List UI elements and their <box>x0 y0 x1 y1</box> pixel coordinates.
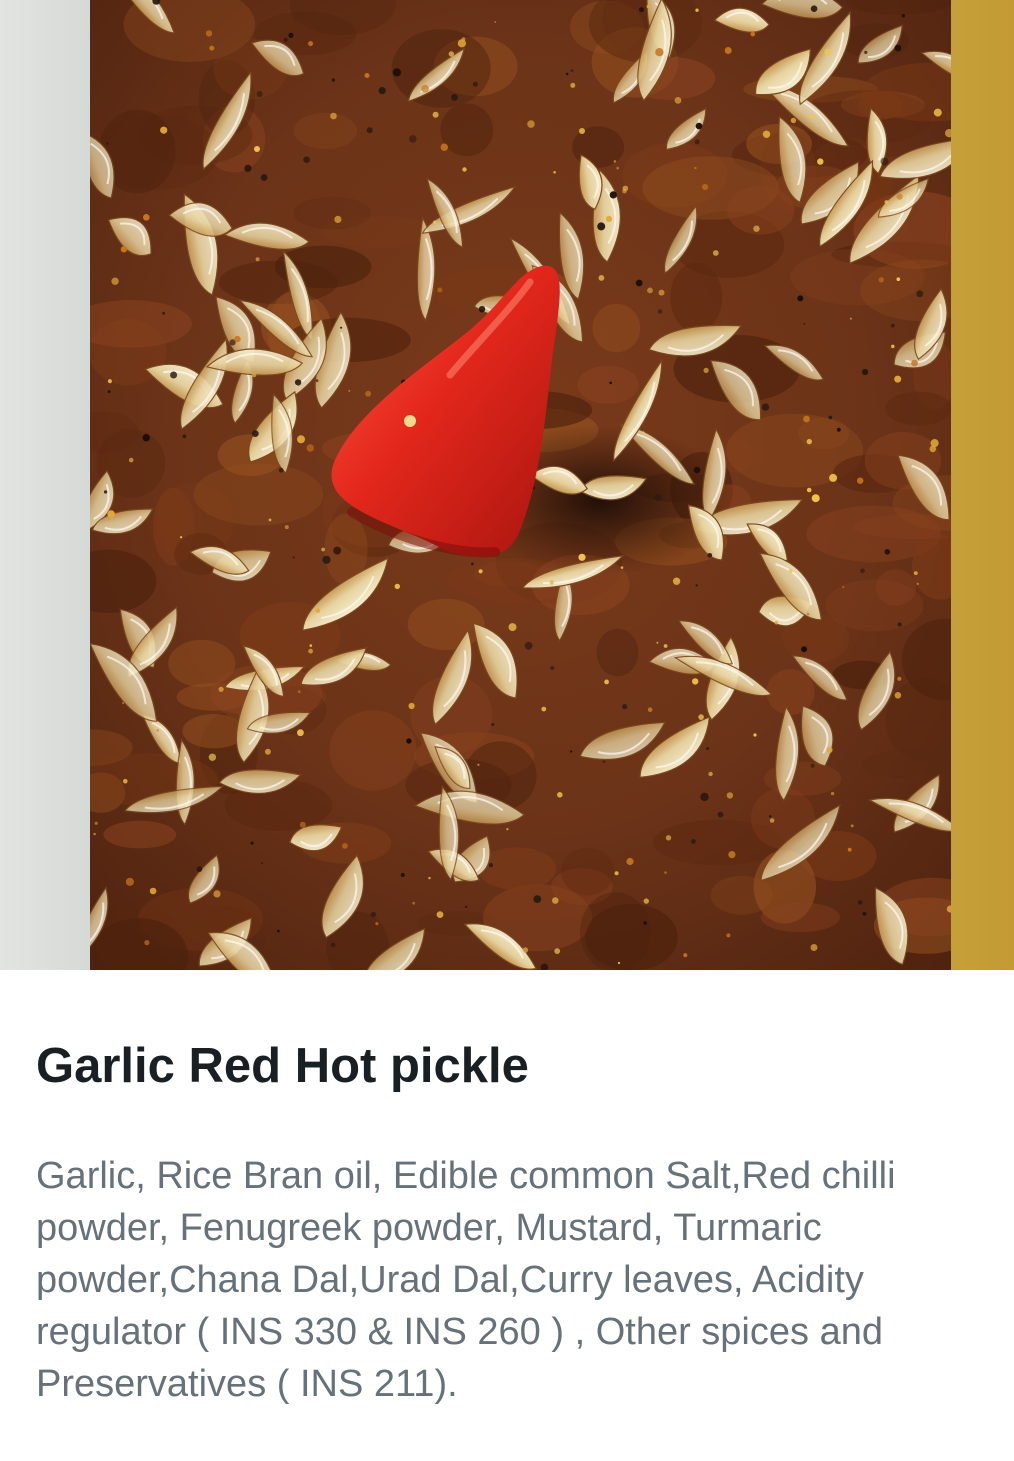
product-detail-page: Garlic Red Hot pickle Garlic, Rice Bran … <box>0 0 1014 1461</box>
product-title: Garlic Red Hot pickle <box>36 1039 529 1093</box>
pickle-photo <box>90 0 951 970</box>
product-image[interactable] <box>0 0 1014 970</box>
image-right-background <box>951 0 1014 970</box>
ingredients-text: Garlic, Rice Bran oil, Edible common Sal… <box>36 1155 896 1405</box>
image-left-background <box>0 0 90 970</box>
